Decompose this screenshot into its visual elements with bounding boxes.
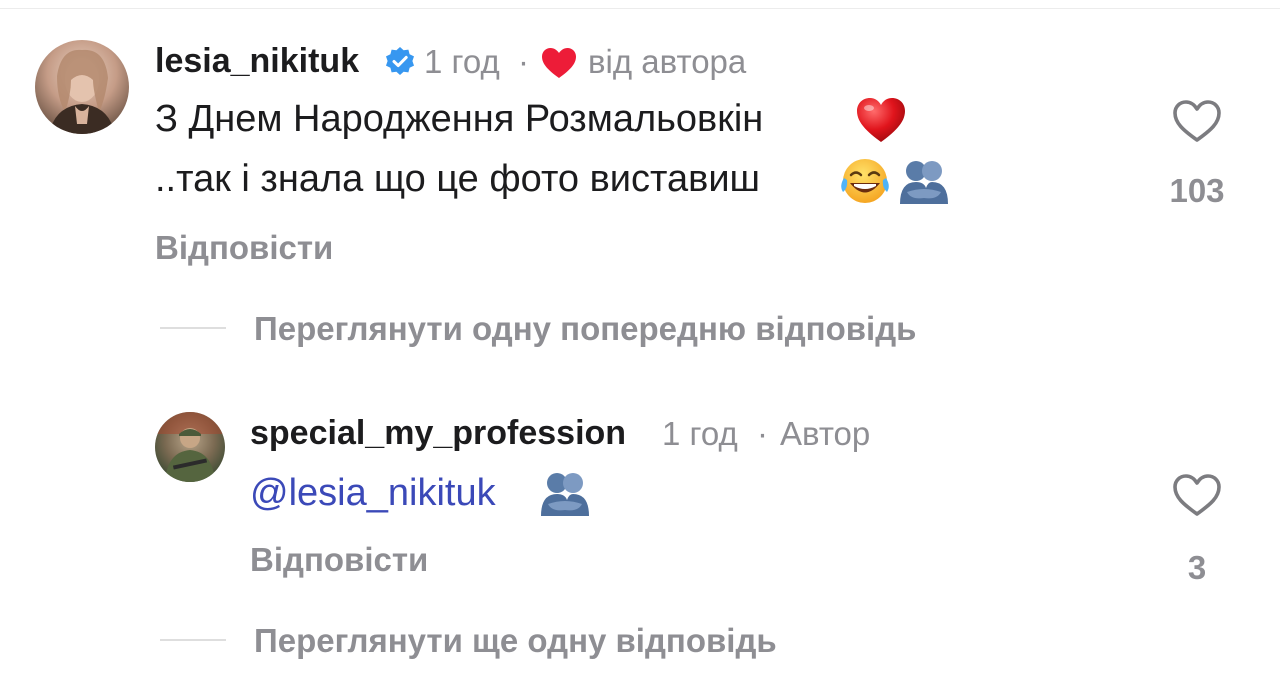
avatar-photo: [49, 49, 115, 134]
liked-by-author-label: від автора: [588, 43, 747, 80]
comment-text-line-1: З Днем Народження Розмальовкін: [155, 98, 764, 140]
red-heart-icon: [542, 48, 576, 78]
reply-button[interactable]: Відповісти: [250, 541, 428, 579]
verified-badge-icon: [386, 47, 414, 75]
like-count: 103: [1169, 172, 1225, 209]
red-heart-emoji-icon: [857, 98, 905, 142]
avatar-photo: [155, 412, 225, 482]
avatar-lesia[interactable]: [35, 40, 129, 134]
comment-text-line-2: ..так і знала що це фото виставиш: [155, 158, 761, 200]
mention-link[interactable]: @lesia_nikituk: [250, 472, 496, 515]
meta-separator: ·: [518, 43, 529, 80]
thread-line: [160, 639, 226, 641]
author-label: Автор: [780, 415, 871, 452]
like-count: 3: [1187, 549, 1207, 586]
thread-line: [160, 327, 226, 329]
view-previous-reply-button[interactable]: Переглянути одну попередню відповідь: [254, 310, 916, 348]
view-more-replies-button[interactable]: Переглянути ще одну відповідь: [254, 622, 777, 660]
comments-thread: lesia_nikituk 1 год · від автора З Днем …: [0, 0, 1280, 698]
tears-of-joy-emoji-icon: [841, 159, 889, 203]
reply-username[interactable]: special_my_profession: [250, 414, 626, 453]
like-heart-icon[interactable]: [1171, 98, 1223, 144]
like-heart-icon[interactable]: [1171, 472, 1223, 518]
comment-username[interactable]: lesia_nikituk: [155, 42, 359, 81]
reply-button[interactable]: Відповісти: [155, 229, 333, 267]
avatar-special-my-profession[interactable]: [155, 412, 225, 482]
people-hugging-emoji-icon: [900, 161, 948, 204]
top-divider: [0, 8, 1280, 9]
comment-time: 1 год: [424, 43, 500, 80]
people-hugging-emoji-icon: [541, 473, 589, 516]
meta-separator: ·: [757, 415, 768, 452]
reply-time: 1 год: [662, 415, 738, 452]
